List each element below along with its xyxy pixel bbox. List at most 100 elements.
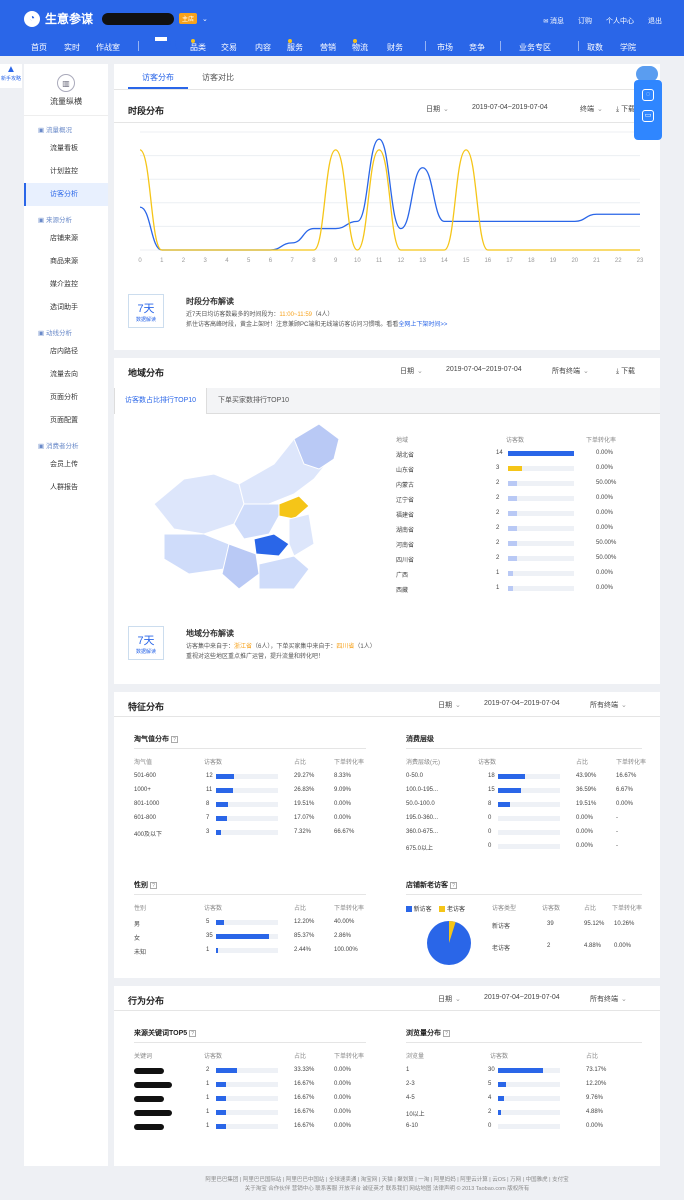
sidebar-item-2-2[interactable]: 页面分析 <box>24 386 108 409</box>
sidebar-item-1-2[interactable]: 媒介监控 <box>24 273 108 296</box>
table-row[interactable]: 福建省 2 0.00% <box>396 507 646 521</box>
header-cell: 访客数 <box>204 760 223 766</box>
keywords-title: 来源关键词TOP5? <box>134 1028 197 1038</box>
sidebar-item-3-0[interactable]: 会员上传 <box>24 453 108 476</box>
top-link-0[interactable]: ✉ 消息 <box>543 16 564 26</box>
nav-item-7[interactable]: 服务 <box>287 39 303 52</box>
table-row[interactable]: 10以上 2 4.88% <box>406 1106 642 1120</box>
table-row[interactable]: 河南省 2 50.00% <box>396 537 646 551</box>
table-row[interactable]: 女 35 85.37% 2.86% <box>134 930 366 944</box>
table-row[interactable]: 1 16.67% 0.00% <box>134 1120 366 1134</box>
sidebar-item-3-1[interactable]: 人群报告 <box>24 476 108 499</box>
geo-date-filter[interactable]: 日期 ⌄ <box>400 366 423 376</box>
table-row[interactable]: 1 16.67% 0.00% <box>134 1106 366 1120</box>
top-links: ✉ 消息 订购 个人中心 退出 <box>543 16 662 26</box>
redacted-keyword <box>134 1096 164 1102</box>
table-row[interactable]: 西藏 1 0.00% <box>396 582 646 596</box>
tab-1[interactable]: 访客对比 <box>188 68 248 89</box>
sidebar-item-0-2[interactable]: 访客分析 <box>24 183 108 206</box>
table-row[interactable]: 195.0-360... 0 0.00% - <box>406 812 642 826</box>
table-row[interactable]: 501-600 12 29.27% 8.33% <box>134 770 366 784</box>
message-icon[interactable]: ▭ <box>642 110 654 122</box>
feature-date-range[interactable]: 2019-07-04~2019-07-04 <box>484 700 560 707</box>
nav-item-9[interactable]: 物流 <box>352 39 368 52</box>
behavior-date-filter[interactable]: 日期 ⌄ <box>438 994 461 1004</box>
table-row[interactable]: 360.0-675... 0 0.00% - <box>406 826 642 840</box>
insight-7day-badge[interactable]: 7天 数据解读 <box>128 294 164 328</box>
time-date-range[interactable]: 2019-07-04~2019-07-04 <box>472 104 548 111</box>
floating-widget[interactable]: ◌ ▭ <box>634 80 662 140</box>
sidebar-item-0-0[interactable]: 流量看板 <box>24 137 108 160</box>
table-row[interactable]: 50.0-100.0 8 19.51% 0.00% <box>406 798 642 812</box>
bar <box>216 1124 227 1129</box>
feature-date-filter[interactable]: 日期 ⌄ <box>438 700 461 710</box>
table-row[interactable]: 0-50.0 18 43.90% 16.67% <box>406 770 642 784</box>
sidebar-item-1-0[interactable]: 店铺来源 <box>24 227 108 250</box>
footer-links[interactable]: 阿里巴巴集团 | 阿里巴巴国际站 | 阿里巴巴中国站 | 全球速卖通 | 淘宝网… <box>114 1176 660 1185</box>
time-date-filter[interactable]: 日期 ⌄ <box>426 104 449 114</box>
nav-item-3[interactable]: 流量 <box>155 37 177 50</box>
bell-icon[interactable]: ◌ <box>642 89 654 101</box>
cell: 0.00% <box>614 943 632 949</box>
cell: 未知 <box>134 950 147 956</box>
table-row[interactable]: 四川省 2 50.00% <box>396 552 646 566</box>
table-row[interactable]: 675.0以上 0 0.00% - <box>406 840 642 854</box>
insight-7day-badge[interactable]: 7天 数据解读 <box>128 626 164 660</box>
table-row[interactable]: 6-10 0 0.00% <box>406 1120 642 1134</box>
cell: 2 <box>488 1109 492 1115</box>
table-row[interactable]: 1 16.67% 0.00% <box>134 1078 366 1092</box>
sidebar-item-0-1[interactable]: 计划监控 <box>24 160 108 183</box>
table-row[interactable]: 未知 1 2.44% 100.00% <box>134 944 366 958</box>
table-row[interactable]: 内蒙古 2 50.00% <box>396 477 646 491</box>
table-header: 浏览量 访客数 占比 <box>406 1048 642 1062</box>
table-row[interactable]: 湖北省 14 0.00% <box>396 447 646 461</box>
behavior-date-range[interactable]: 2019-07-04~2019-07-04 <box>484 994 560 1001</box>
x-tick-label: 22 <box>615 258 622 264</box>
table-row[interactable]: 2 33.33% 0.00% <box>134 1064 366 1078</box>
table-row[interactable]: 山东省 3 0.00% <box>396 462 646 476</box>
top-link-1[interactable]: 订购 <box>578 16 592 26</box>
header-cell: 关键词 <box>134 1054 153 1060</box>
table-row[interactable]: 1000+ 11 26.83% 9.09% <box>134 784 366 798</box>
behavior-terminal-filter[interactable]: 所有终端 ⌄ <box>590 994 627 1004</box>
table-row[interactable]: 801-1000 8 19.51% 0.00% <box>134 798 366 812</box>
table-row[interactable]: 广西 1 0.00% <box>396 567 646 581</box>
table-row[interactable]: 1 16.67% 0.00% <box>134 1092 366 1106</box>
table-row[interactable]: 新访客 39 95.12% 10.26% <box>492 918 642 932</box>
geo-download-button[interactable]: ⤓ 下载 <box>616 366 635 376</box>
tab-0[interactable]: 访客分布 <box>128 68 188 89</box>
table-row[interactable]: 2-3 5 12.20% <box>406 1078 642 1092</box>
sidebar-item-1-1[interactable]: 商品来源 <box>24 250 108 273</box>
table-row[interactable]: 老访客 2 4.88% 0.00% <box>492 940 642 954</box>
table-row[interactable]: 400及以下 3 7.32% 66.67% <box>134 826 366 840</box>
geo-date-range[interactable]: 2019-07-04~2019-07-04 <box>446 366 522 373</box>
feature-terminal-filter[interactable]: 所有终端 ⌄ <box>590 700 627 710</box>
sidebar-item-2-0[interactable]: 店内路径 <box>24 340 108 363</box>
chevron-down-icon[interactable]: ⌄ <box>202 15 208 23</box>
cell: 100.0-195... <box>406 787 439 793</box>
table-row[interactable]: 100.0-195... 15 36.59% 6.67% <box>406 784 642 798</box>
table-row[interactable]: 1 30 73.17% <box>406 1064 642 1078</box>
tab-visitor-top10[interactable]: 访客数占比排行TOP10 <box>114 388 208 414</box>
table-row[interactable]: 601-800 7 17.07% 0.00% <box>134 812 366 826</box>
table-row[interactable]: 男 5 12.20% 40.00% <box>134 916 366 930</box>
table-row[interactable]: 4-5 4 9.76% <box>406 1092 642 1106</box>
table-row[interactable]: 辽宁省 2 0.00% <box>396 492 646 506</box>
logo[interactable]: ◔ 生意参谋 主店 ⌄ <box>24 10 208 27</box>
top-link-3[interactable]: 退出 <box>648 16 662 26</box>
time-terminal-filter[interactable]: 终端 ⌄ <box>580 104 603 114</box>
top-link-2[interactable]: 个人中心 <box>606 16 634 26</box>
nav-item-4[interactable]: 品类 <box>190 39 206 52</box>
tab-buyer-top10[interactable]: 下单买家数排行TOP10 <box>208 388 299 414</box>
cell: 6-10 <box>406 1123 419 1129</box>
geo-terminal-filter[interactable]: 所有终端 ⌄ <box>552 366 589 376</box>
newbie-guide-badge[interactable]: ▲ 新手攻略 <box>0 64 22 88</box>
table-row[interactable]: 湖南省 2 0.00% <box>396 522 646 536</box>
sidebar-item-2-1[interactable]: 流量去向 <box>24 363 108 386</box>
time-download-button[interactable]: ⤓ 下载 <box>616 104 635 114</box>
x-tick-label: 8 <box>312 258 316 264</box>
sidebar-item-1-3[interactable]: 选词助手 <box>24 296 108 319</box>
sidebar-item-2-3[interactable]: 页面配置 <box>24 409 108 432</box>
help-icon: ? <box>450 882 457 889</box>
time-insight-link[interactable]: 全网上下架时间>> <box>398 322 447 328</box>
